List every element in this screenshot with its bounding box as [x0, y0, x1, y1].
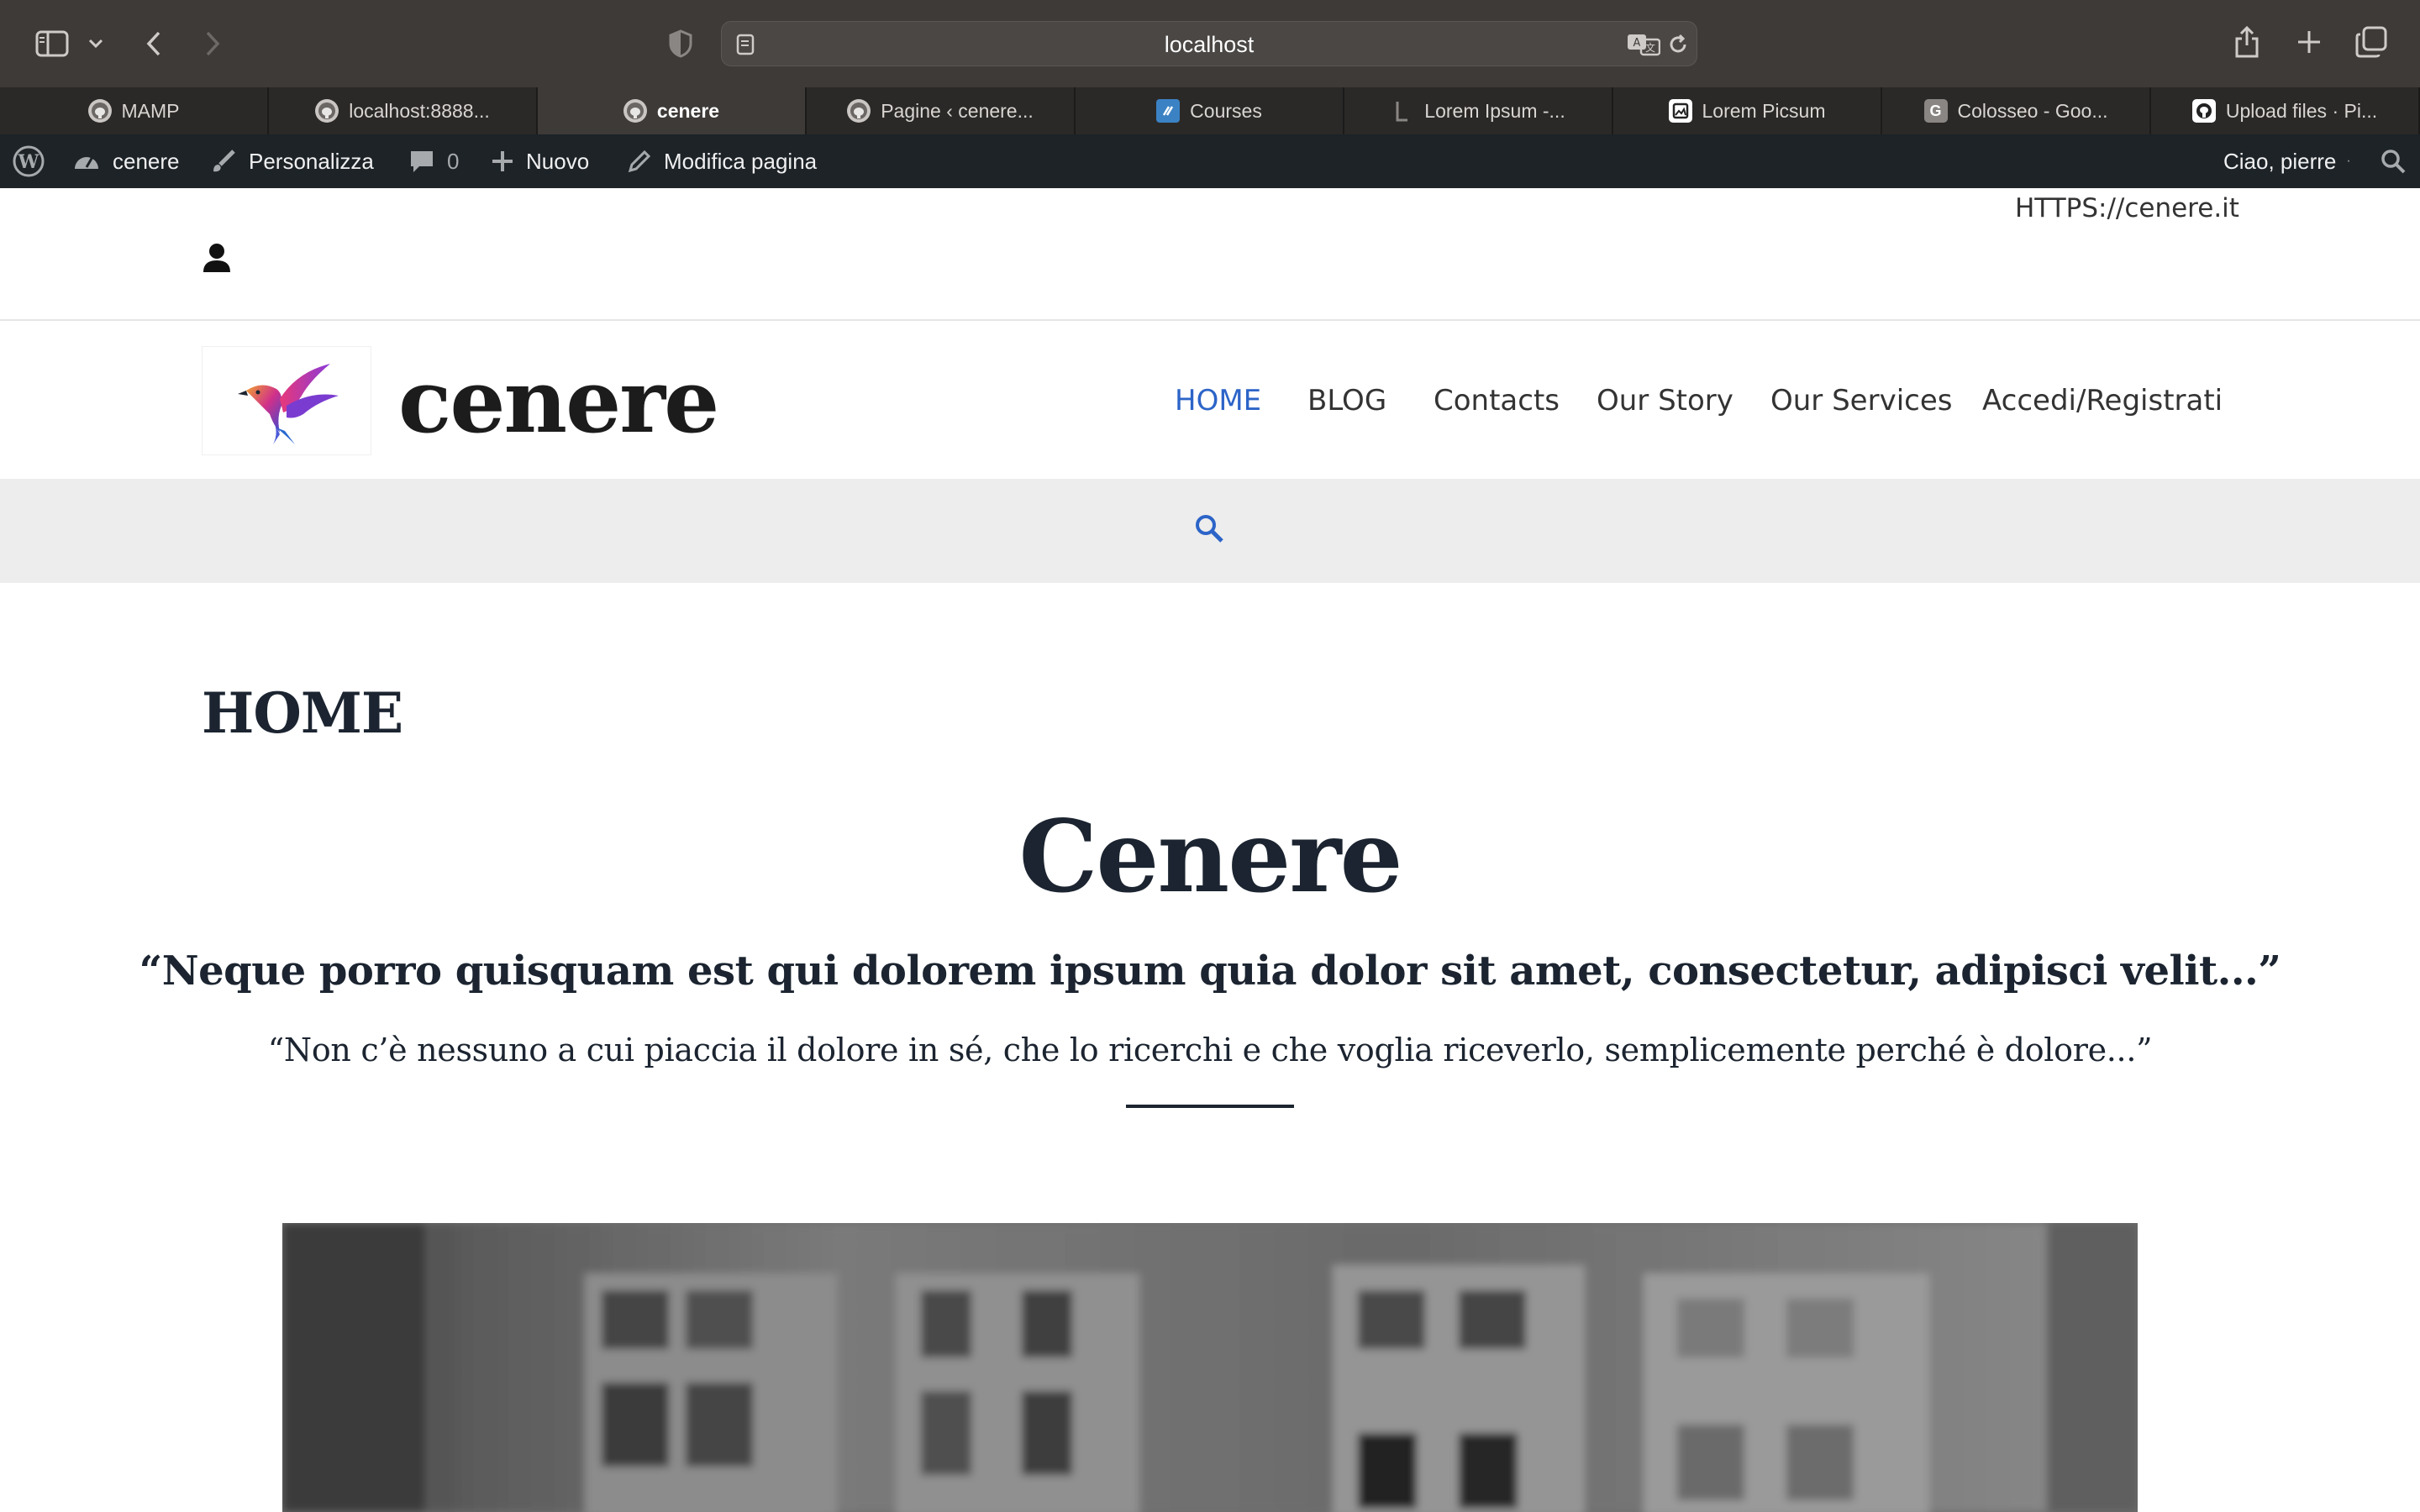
mamp-elephant-icon [623, 99, 647, 123]
bird-logo-icon [238, 364, 339, 444]
hero-photo [282, 1223, 2138, 1512]
browser-toolbar: localhost A文 [0, 0, 2420, 87]
tab-courses[interactable]: Courses [1076, 87, 1344, 134]
adminbar-search-icon[interactable] [2380, 134, 2407, 188]
building-facade-image [282, 1223, 2138, 1512]
adminbar-account[interactable]: Ciao, pierre · [2223, 134, 2351, 188]
lorem-ipsum-icon [1391, 99, 1414, 123]
tab-cenere[interactable]: cenere [538, 87, 807, 134]
comment-icon [408, 148, 435, 175]
nav-blog[interactable]: BLOG [1307, 378, 1386, 423]
mamp-elephant-icon [315, 99, 339, 123]
nav-login-register[interactable]: Accedi/Registrati [1982, 378, 2223, 423]
wordpress-logo-icon[interactable]: W [12, 134, 45, 188]
nav-our-story[interactable]: Our Story [1597, 378, 1733, 423]
new-tab-icon[interactable] [2294, 27, 2324, 57]
translate-icon[interactable]: A文 [1626, 32, 1661, 57]
tab-localhost[interactable]: localhost:8888... [269, 87, 538, 134]
mamp-elephant-icon [847, 99, 871, 123]
tab-lorem-ipsum[interactable]: Lorem Ipsum -... [1344, 87, 1613, 134]
dot-separator: · [2346, 154, 2351, 168]
tab-bar: MAMP localhost:8888... cenere Pagine ‹ c… [0, 87, 2420, 134]
share-icon[interactable] [2232, 24, 2262, 60]
wp-admin-bar: W cenere Personalizza 0 Nuovo Modifica p… [0, 134, 2420, 188]
divider [1126, 1105, 1294, 1108]
reload-icon[interactable] [1666, 33, 1690, 56]
svg-text:W: W [18, 151, 39, 173]
site-logo[interactable] [202, 346, 371, 455]
forward-icon[interactable] [198, 27, 227, 60]
mamp-elephant-icon [87, 99, 112, 123]
plus-icon [491, 150, 514, 173]
g-icon: G [1923, 99, 1948, 123]
address-text: localhost [1164, 32, 1255, 57]
address-bar[interactable]: localhost A文 [721, 21, 1697, 66]
adminbar-edit-page[interactable]: Modifica pagina [627, 134, 817, 188]
site-title[interactable]: cenere [398, 344, 719, 459]
picsum-icon [1668, 99, 1692, 123]
svg-text:A: A [1634, 37, 1641, 50]
nav-home[interactable]: HOME [1175, 378, 1261, 423]
tab-mamp[interactable]: MAMP [0, 87, 269, 134]
search-icon[interactable] [1193, 512, 1225, 549]
adminbar-comments[interactable]: 0 [408, 134, 459, 188]
adminbar-site-link[interactable]: cenere [72, 134, 180, 188]
quote-italian: “Non c’è nessuno a cui piaccia il dolore… [267, 1032, 2153, 1068]
brush-icon [210, 148, 237, 175]
sidebar-toggle-icon[interactable] [34, 29, 71, 59]
nav-our-services[interactable]: Our Services [1770, 378, 1952, 423]
svg-text:文: 文 [1645, 41, 1655, 54]
tab-colosseo[interactable]: G Colosseo - Goo... [1882, 87, 2151, 134]
hero-title: Cenere [1018, 798, 1402, 915]
user-account-icon[interactable] [202, 242, 232, 278]
dashboard-icon [72, 149, 101, 174]
github-icon [2191, 99, 2216, 123]
tab-upload-files[interactable]: Upload files · Pi... [2151, 87, 2420, 134]
adminbar-new[interactable]: Nuovo [491, 134, 589, 188]
tab-overview-icon[interactable] [2354, 25, 2388, 59]
quote-latin: “Neque porro quisquam est qui dolorem ip… [139, 948, 2281, 995]
back-icon[interactable] [139, 27, 168, 60]
site-url-text: HTTPS://cenere.it [2015, 193, 2239, 223]
pencil-icon [627, 149, 652, 174]
tab-pagine[interactable]: Pagine ‹ cenere... [807, 87, 1076, 134]
chevron-down-icon[interactable] [86, 32, 106, 55]
nav-contacts[interactable]: Contacts [1434, 378, 1560, 423]
privacy-shield-icon[interactable] [666, 29, 696, 59]
courses-icon [1156, 99, 1181, 123]
adminbar-customize[interactable]: Personalizza [210, 134, 374, 188]
page-title: HOME [202, 680, 403, 746]
tab-lorem-picsum[interactable]: Lorem Picsum [1613, 87, 1882, 134]
